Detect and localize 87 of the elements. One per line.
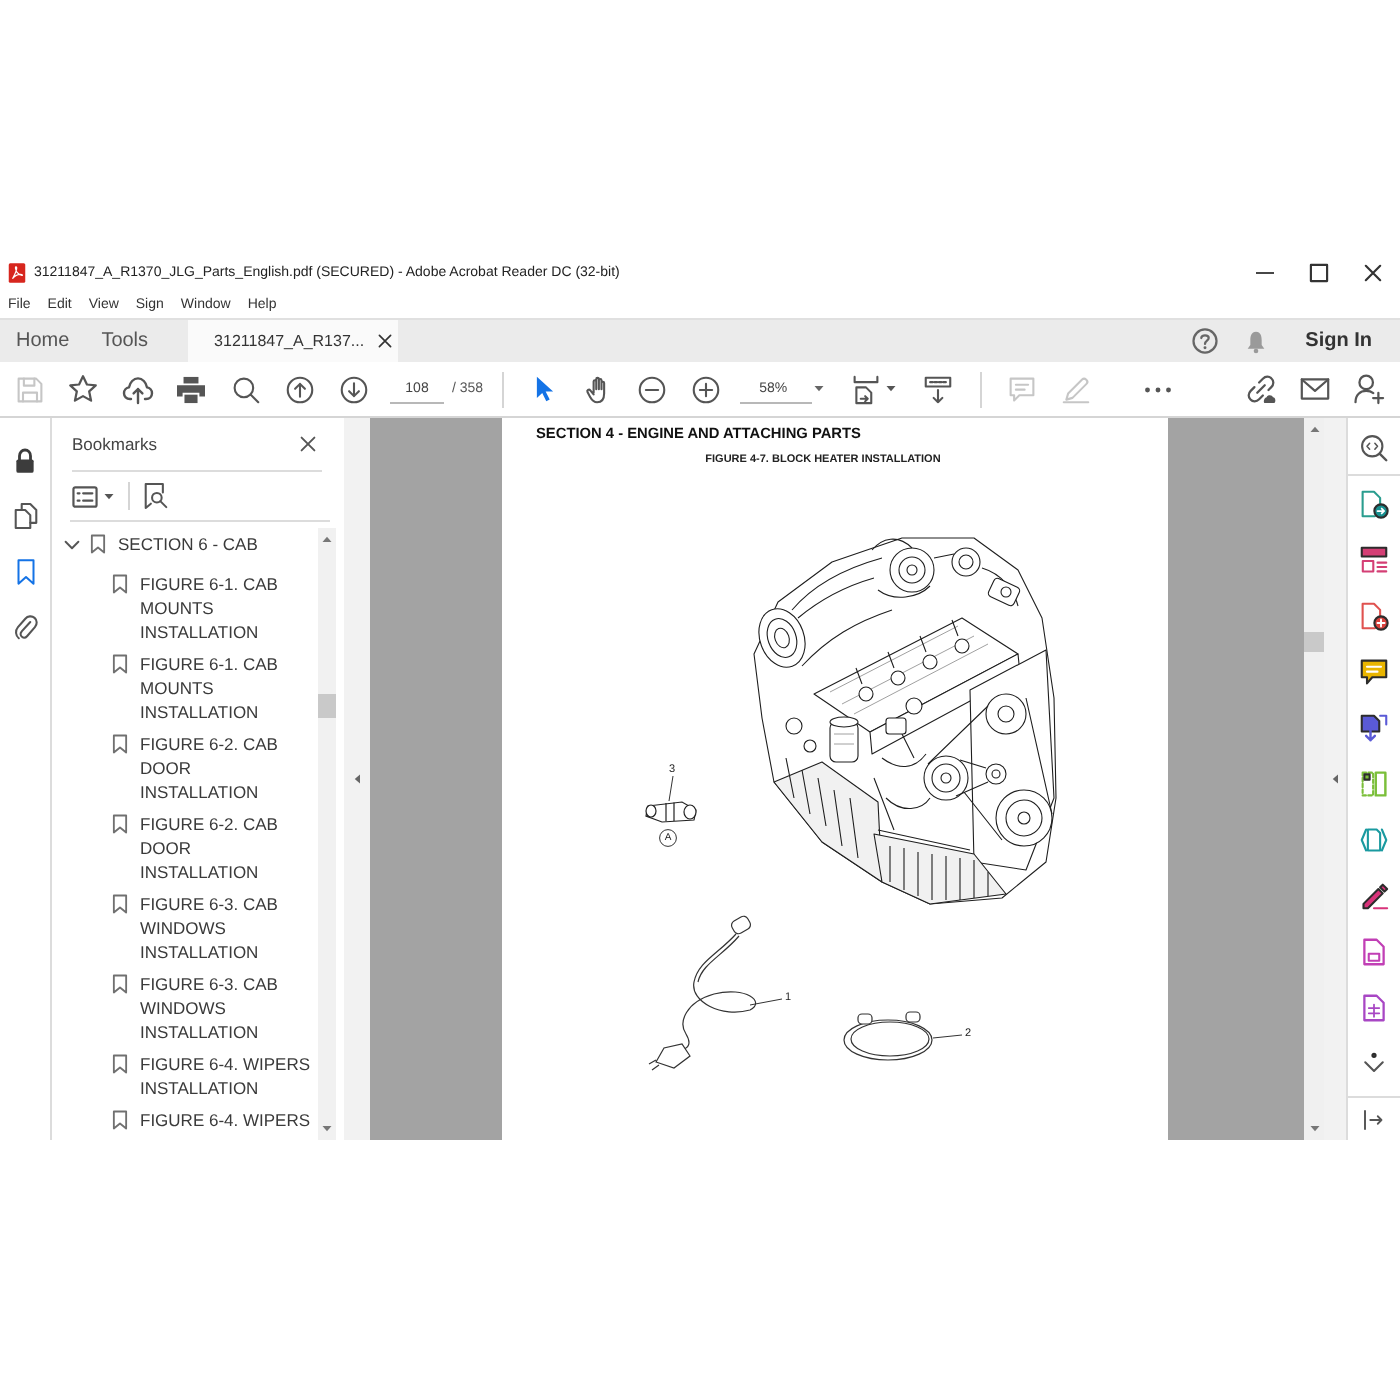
mail-icon [1300, 378, 1330, 400]
document-grid-icon [1360, 994, 1388, 1022]
bookmark-search-icon [144, 482, 168, 510]
add-user-icon [1354, 374, 1384, 404]
link-icon [1246, 374, 1276, 404]
scrollbar-track[interactable] [318, 528, 336, 1140]
help-icon [1192, 328, 1219, 354]
caret-up-icon [1309, 426, 1319, 432]
pdf-file-icon [8, 261, 26, 283]
caret-down-icon [322, 1126, 332, 1132]
fitting-drawing [645, 801, 697, 823]
scroll-icon [924, 375, 953, 403]
leader-line [932, 1034, 963, 1039]
paperclip-icon [13, 614, 37, 642]
caret-left-icon [354, 774, 360, 784]
zoom-search-icon [1360, 433, 1388, 461]
document-plus-icon [1360, 602, 1388, 630]
bookmark-item[interactable]: FIGURE 6-4. WIPERS INSTALLATION [112, 1052, 318, 1100]
bookmark-item[interactable]: FIGURE 6-3. CAB WINDOWS INSTALLATION [112, 892, 318, 964]
close-icon [300, 436, 316, 452]
close-icon [1364, 263, 1382, 281]
maximize-icon [1310, 263, 1328, 281]
caret-down-icon [1309, 1126, 1319, 1132]
chevron-down-icon [1360, 1050, 1388, 1078]
lock-icon [14, 447, 36, 473]
document-export-icon [1360, 714, 1388, 742]
bookmark-icon [112, 654, 128, 674]
bookmark-icon [112, 1054, 128, 1074]
leader-line [749, 998, 783, 1006]
pen-icon [1062, 375, 1091, 403]
bookmark-icon [15, 558, 35, 586]
leader-line [668, 775, 674, 802]
split-frame-icon [1360, 770, 1388, 798]
save-icon [15, 375, 43, 403]
bookmark-icon [112, 814, 128, 834]
panel-collapse-handle[interactable] [344, 418, 370, 1140]
caret-down-icon [885, 386, 896, 392]
search-icon [231, 375, 259, 403]
bookmark-item[interactable]: FIGURE 6-1. CAB MOUNTS INSTALLATION [112, 652, 318, 724]
bookmark-item[interactable]: SECTION 6 - CAB [64, 528, 318, 560]
chevron-down-icon[interactable] [64, 539, 80, 549]
bookmark-item[interactable]: FIGURE 6-4. WIPERS [112, 1108, 318, 1132]
pages-icon [13, 502, 37, 530]
sign-in-button[interactable]: Sign In [1291, 320, 1386, 362]
caret-up-icon [322, 536, 332, 542]
minimize-icon [1256, 271, 1274, 273]
more-icon [1143, 385, 1172, 393]
page-fit-icon [851, 375, 880, 403]
layout-icon [1360, 546, 1388, 574]
list-options-icon [72, 485, 98, 507]
document-arrow-icon [1360, 490, 1388, 518]
document-brackets-icon [1360, 826, 1388, 854]
comment-icon [1360, 658, 1388, 686]
hose-drawing [843, 1011, 933, 1061]
caret-down-icon [104, 493, 114, 499]
pen-icon [1360, 882, 1388, 910]
panel-title: Bookmarks [72, 434, 158, 454]
arrow-down-circle-icon [339, 375, 367, 403]
bookmark-icon [112, 974, 128, 994]
scrollbar-thumb[interactable] [1304, 632, 1324, 652]
bookmark-item[interactable]: FIGURE 6-2. CAB DOOR INSTALLATION [112, 732, 318, 804]
cloud-upload-icon [121, 375, 153, 403]
bookmark-icon [112, 734, 128, 754]
tab[interactable]: Tools [85, 320, 165, 362]
document-icon [1360, 938, 1388, 966]
close-icon[interactable] [378, 334, 393, 348]
bookmark-item[interactable]: FIGURE 6-1. CAB MOUNTS INSTALLATION [112, 572, 318, 644]
printer-icon [176, 375, 206, 403]
bookmark-icon [112, 894, 128, 914]
bell-icon [1245, 329, 1266, 353]
comment-icon [1008, 375, 1037, 403]
tab[interactable]: Home [0, 320, 86, 362]
arrow-up-circle-icon [285, 375, 313, 403]
bookmark-item[interactable]: FIGURE 6-2. CAB DOOR INSTALLATION [112, 812, 318, 884]
expand-panel-icon [1362, 1107, 1386, 1131]
bookmark-icon [112, 1110, 128, 1130]
plus-circle-icon [692, 375, 721, 403]
scrollbar-track[interactable] [1304, 418, 1324, 1140]
panel-collapse-handle[interactable] [1324, 418, 1346, 1140]
scrollbar-thumb[interactable] [318, 694, 336, 718]
bookmark-item[interactable]: FIGURE 6-3. CAB WINDOWS INSTALLATION [112, 972, 318, 1044]
star-icon [68, 374, 98, 404]
caret-left-icon [1332, 774, 1338, 784]
cursor-icon [535, 376, 554, 402]
minus-circle-icon [638, 375, 667, 403]
document-tab[interactable]: 31211847_A_R137... [188, 320, 399, 362]
caret-down-icon [814, 386, 825, 392]
